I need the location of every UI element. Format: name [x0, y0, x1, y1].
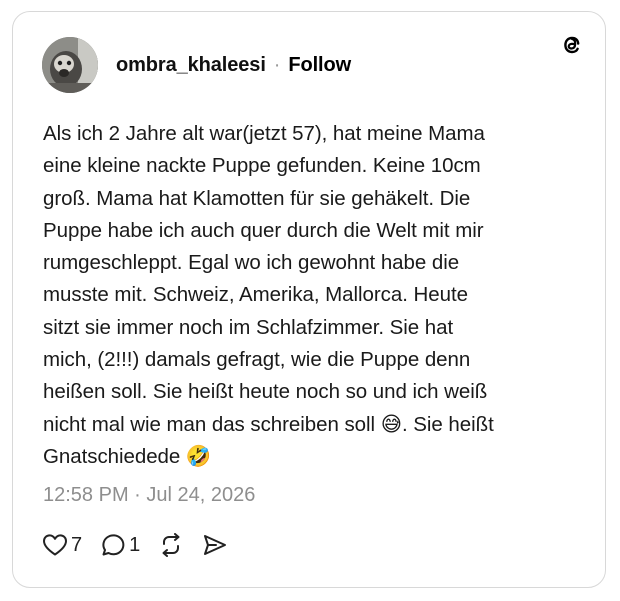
like-count: 7: [71, 533, 83, 556]
follow-button[interactable]: Follow: [288, 54, 351, 77]
heart-icon: [42, 533, 68, 557]
post-timestamp[interactable]: 12:58 PM · Jul 24, 2026: [43, 484, 255, 507]
post-card: ombra_khaleesi · Follow Als ich 2 Jahre …: [12, 11, 606, 588]
repost-icon: [158, 533, 184, 557]
reply-count: 1: [129, 533, 141, 556]
action-bar: 7 1: [42, 533, 246, 557]
repost-button[interactable]: [158, 533, 184, 557]
avatar-image: [42, 37, 98, 93]
reply-button[interactable]: 1: [100, 533, 140, 557]
like-button[interactable]: 7: [42, 533, 82, 557]
user-row: ombra_khaleesi · Follow: [116, 54, 351, 77]
avatar[interactable]: [42, 37, 98, 93]
comment-icon: [100, 533, 126, 557]
username[interactable]: ombra_khaleesi: [116, 54, 266, 77]
post-text: Als ich 2 Jahre alt war(jetzt 57), hat m…: [43, 122, 494, 468]
send-icon: [202, 533, 228, 557]
threads-logo-icon[interactable]: [559, 32, 585, 58]
post-header: ombra_khaleesi · Follow: [42, 37, 351, 93]
share-button[interactable]: [202, 533, 228, 557]
separator-dot: ·: [273, 53, 281, 76]
